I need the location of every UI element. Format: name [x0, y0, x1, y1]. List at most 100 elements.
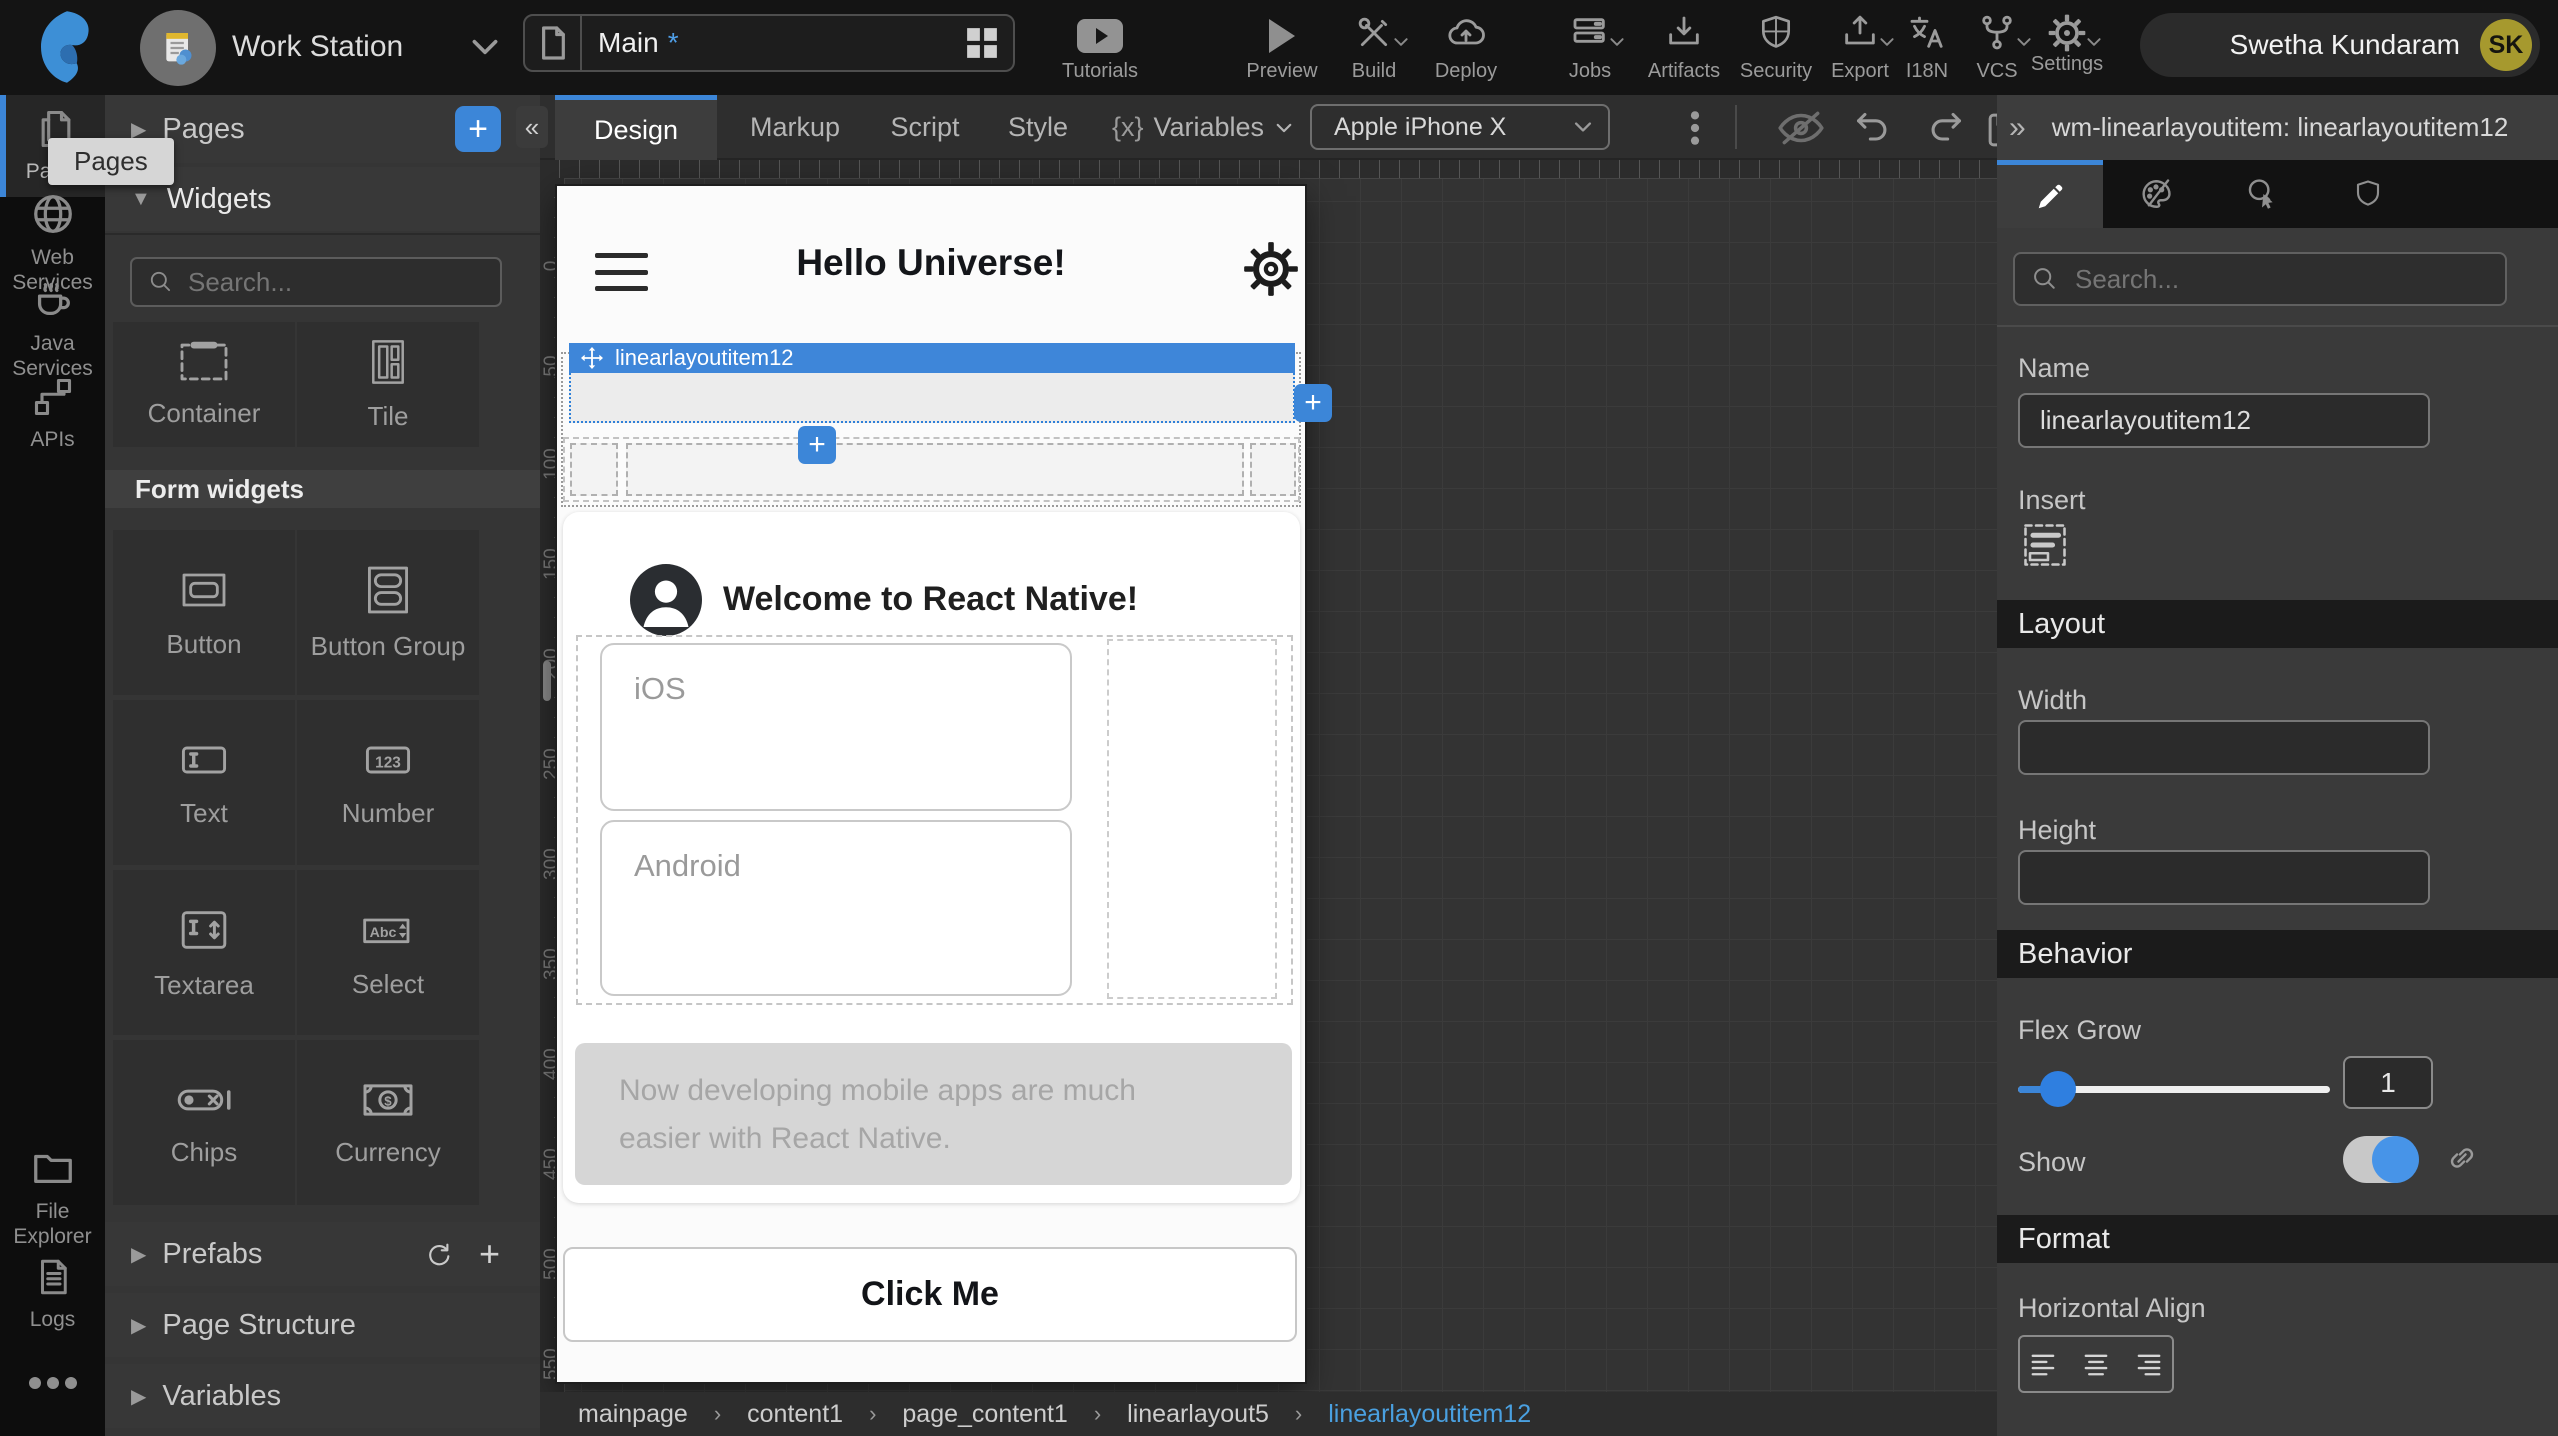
widget-search-input[interactable]	[186, 266, 490, 299]
align-center-button[interactable]	[2079, 1349, 2113, 1379]
redo-icon[interactable]	[1922, 109, 1966, 149]
show-toggle[interactable]	[2343, 1136, 2417, 1183]
name-input[interactable]	[2018, 393, 2430, 448]
selected-widget-bar[interactable]: linearlayoutitem12	[569, 343, 1295, 373]
widget-tile-button-group[interactable]: Button Group	[297, 530, 479, 695]
flex-grow-slider[interactable]	[2018, 1071, 2330, 1107]
breadcrumb-item[interactable]: page_content1	[902, 1400, 1067, 1429]
wavemaker-logo-icon[interactable]	[28, 8, 106, 86]
widget-tile-number[interactable]: 123 Number	[297, 700, 479, 865]
artifacts-download-icon	[1664, 13, 1704, 53]
layout-cell-middle[interactable]	[626, 443, 1244, 496]
variables-section-header[interactable]: ▶ Variables	[105, 1364, 540, 1428]
properties-search[interactable]	[2013, 252, 2507, 306]
page-structure-section-header[interactable]: ▶ Page Structure	[105, 1293, 540, 1357]
widget-tile-text[interactable]: Text	[113, 700, 295, 865]
align-left-button[interactable]	[2028, 1349, 2062, 1379]
layout-section-header[interactable]: Layout	[1997, 600, 2558, 648]
page-file-icon	[538, 26, 568, 60]
tab-design[interactable]: Design	[555, 95, 717, 160]
empty-layout-column[interactable]	[1107, 639, 1277, 999]
project-name[interactable]: Work Station	[232, 30, 403, 64]
jobs-chevron-icon	[1608, 33, 1626, 51]
tab-variables[interactable]: {x} Variables	[1108, 95, 1298, 160]
breadcrumb-item[interactable]: linearlayout5	[1127, 1400, 1269, 1429]
note-text-block[interactable]: Now developing mobile apps are much easi…	[575, 1043, 1292, 1185]
textarea-icon	[175, 904, 233, 956]
rail-item-logs[interactable]: Logs	[0, 1255, 105, 1332]
topbar-item-settings[interactable]	[2012, 11, 2122, 53]
more-dots-icon	[26, 1375, 80, 1391]
preview-hidden-eye-off-icon[interactable]	[1776, 109, 1826, 147]
page-structure-caret-icon: ▶	[131, 1313, 146, 1338]
insert-below-plus-button[interactable]: +	[798, 426, 836, 464]
behavior-section-header[interactable]: Behavior	[1997, 930, 2558, 978]
panel-collapse-right-icon[interactable]: »	[2009, 111, 2026, 145]
breadcrumb-item[interactable]: mainpage	[578, 1400, 688, 1429]
height-input[interactable]	[2018, 850, 2430, 905]
tab-styles[interactable]	[2103, 160, 2209, 228]
bind-link-icon[interactable]	[2445, 1141, 2479, 1175]
insert-linearlayout-icon[interactable]	[2021, 521, 2069, 569]
project-avatar[interactable]	[140, 10, 216, 86]
widget-search[interactable]	[130, 257, 502, 307]
kebab-menu-icon[interactable]	[1688, 109, 1702, 147]
rail-item-apis[interactable]: APIs	[0, 375, 105, 452]
widget-tile-container[interactable]: Container	[113, 322, 295, 447]
layout-cell-right[interactable]	[1250, 443, 1296, 496]
container-icon	[176, 340, 232, 384]
tab-script[interactable]: Script	[880, 95, 970, 160]
width-input[interactable]	[2018, 720, 2430, 775]
widget-tile-tile[interactable]: Tile	[297, 322, 479, 447]
topbar-item-tutorials[interactable]: Tutorials	[1045, 11, 1155, 83]
widget-tile-currency[interactable]: $ Currency	[297, 1040, 479, 1205]
pages-grid-icon[interactable]	[965, 26, 999, 60]
align-left-icon	[2028, 1349, 2062, 1379]
click-me-button[interactable]: Click Me	[563, 1247, 1297, 1342]
breadcrumb-item[interactable]: content1	[747, 1400, 843, 1429]
left-panel-collapse-button[interactable]: «	[516, 106, 548, 148]
tab-events[interactable]	[2209, 160, 2315, 228]
selected-widget-body[interactable]	[569, 373, 1295, 423]
android-textarea[interactable]: Android	[600, 820, 1072, 996]
widget-tile-button[interactable]: Button	[113, 530, 295, 695]
tutorials-youtube-icon	[1077, 19, 1123, 53]
align-right-button[interactable]	[2130, 1349, 2164, 1379]
app-gear-icon[interactable]	[1243, 241, 1299, 297]
shield-icon	[2353, 178, 2383, 210]
dashed-container[interactable]: iOS Android	[576, 635, 1293, 1005]
prefabs-section-header[interactable]: ▶ Prefabs +	[105, 1222, 540, 1286]
topbar-item-deploy[interactable]: Deploy	[1411, 11, 1521, 83]
widget-tile-select[interactable]: Abc Select	[297, 870, 479, 1035]
properties-search-input[interactable]	[2073, 263, 2477, 296]
jobs-server-icon	[1570, 13, 1610, 53]
widget-tile-chips[interactable]: Chips	[113, 1040, 295, 1205]
add-page-button[interactable]: +	[455, 106, 501, 152]
device-select[interactable]: Apple iPhone X	[1310, 104, 1610, 150]
user-menu[interactable]: Swetha Kundaram SK	[2140, 13, 2540, 77]
slider-thumb[interactable]	[2040, 1071, 2076, 1107]
open-page-tab[interactable]: Main *	[523, 14, 1015, 72]
canvas-scrollbar[interactable]	[543, 661, 551, 701]
tab-markup[interactable]: Markup	[740, 95, 850, 160]
layout-cell-left[interactable]	[570, 443, 618, 496]
project-chevron-down-icon[interactable]	[468, 30, 502, 64]
prefabs-add-icon[interactable]: +	[479, 1233, 500, 1275]
insert-right-plus-button[interactable]: +	[1294, 384, 1332, 422]
undo-icon[interactable]	[1852, 109, 1896, 149]
rail-item-file-explorer[interactable]: FileExplorer	[0, 1145, 105, 1249]
rail-item-more[interactable]	[0, 1375, 105, 1391]
breadcrumb-item-current[interactable]: linearlayoutitem12	[1328, 1400, 1531, 1429]
flex-grow-value[interactable]: 1	[2343, 1056, 2433, 1109]
ios-textarea[interactable]: iOS	[600, 643, 1072, 811]
phone-preview[interactable]: Hello Universe! linearlayoutitem12 + +	[557, 186, 1305, 1382]
format-section-header[interactable]: Format	[1997, 1215, 2558, 1263]
tab-style[interactable]: Style	[998, 95, 1078, 160]
design-canvas[interactable]: 050100150200250300350400450500550 Hello …	[540, 160, 1997, 1392]
tab-security[interactable]	[2315, 160, 2421, 228]
rail-item-java-services[interactable]: JavaServices	[0, 277, 105, 381]
linearlayout-row[interactable]	[563, 437, 1300, 502]
prefabs-refresh-icon[interactable]	[423, 1239, 453, 1269]
tab-properties[interactable]	[1997, 160, 2103, 228]
widget-tile-textarea[interactable]: Textarea	[113, 870, 295, 1035]
